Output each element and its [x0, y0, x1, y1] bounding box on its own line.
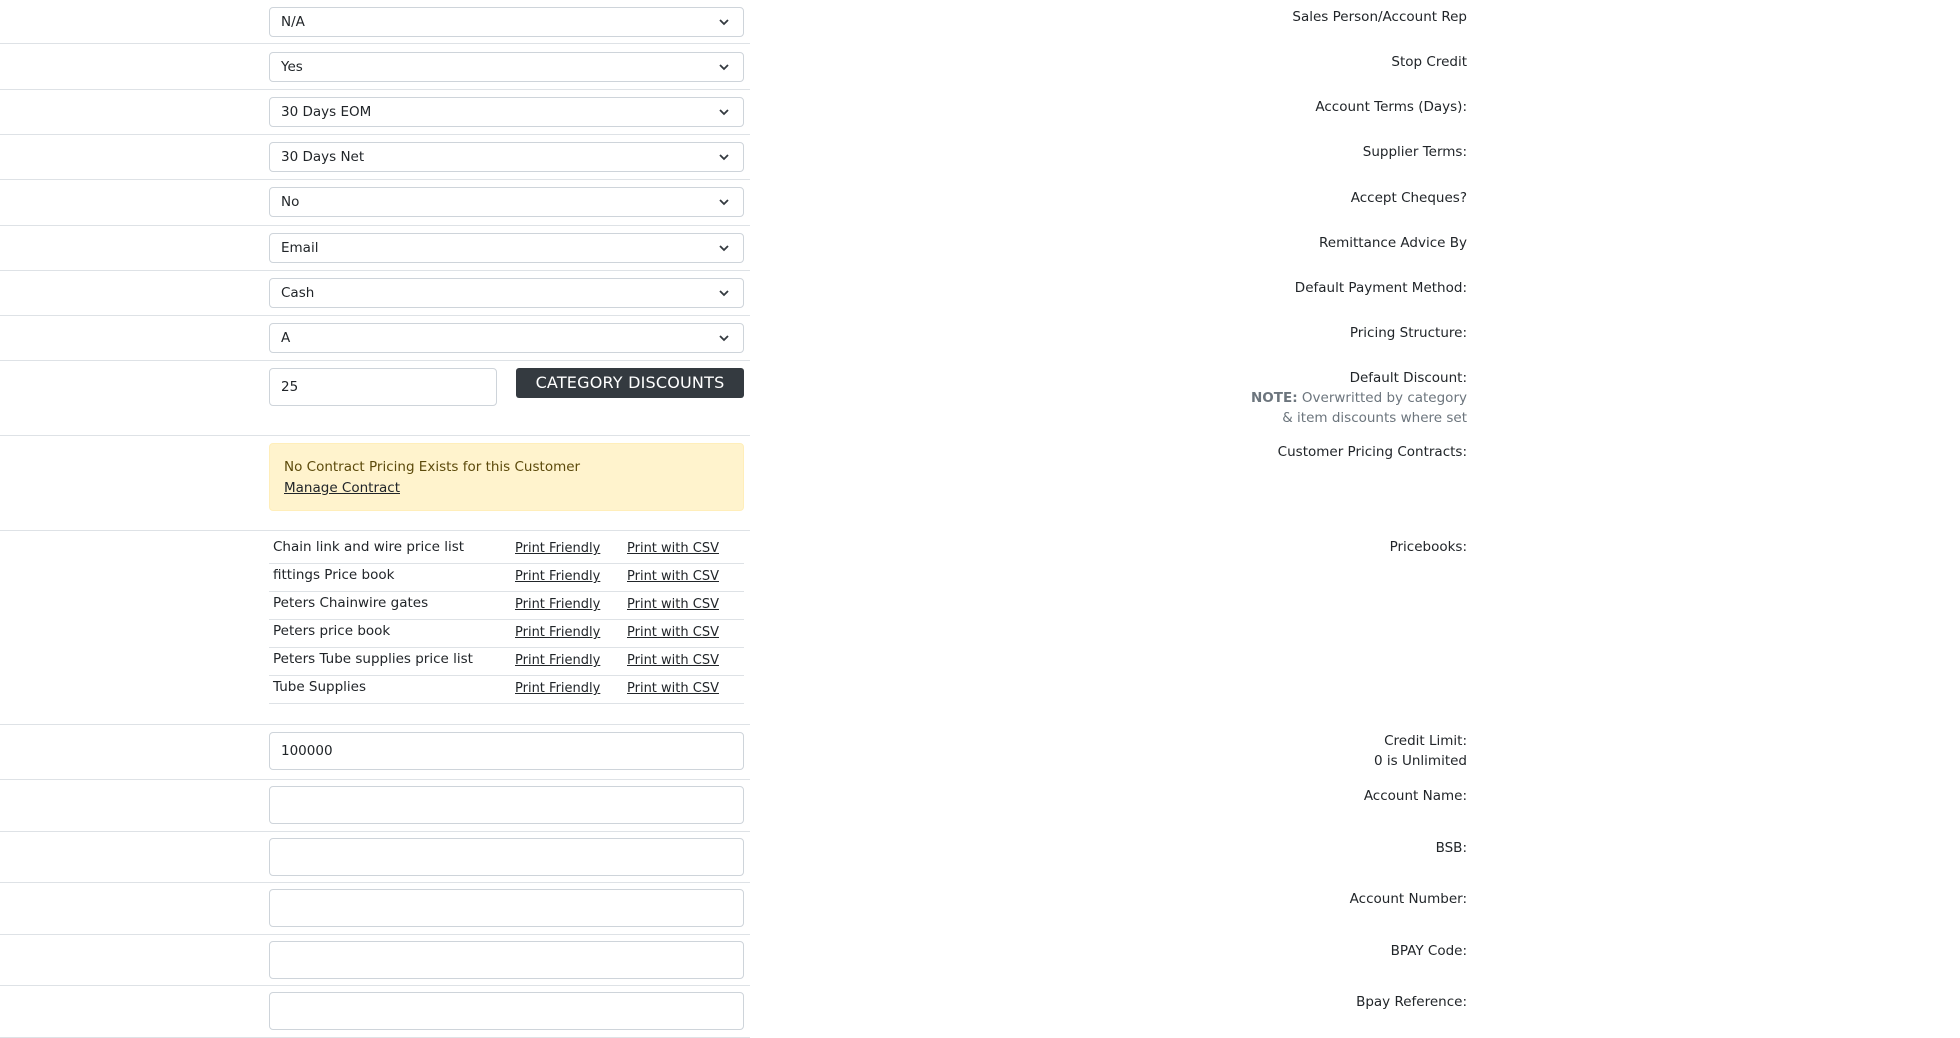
print-csv-link[interactable]: Print with CSV [627, 681, 719, 696]
pricebook-row: Chain link and wire price list Print Fri… [269, 536, 744, 564]
bpay-reference-input[interactable] [269, 992, 744, 1030]
pricebook-row: Peters Tube supplies price list Print Fr… [269, 648, 744, 676]
credit-limit-value: 100000 [281, 743, 333, 759]
print-friendly-link[interactable]: Print Friendly [515, 569, 600, 584]
pricing-structure-select[interactable]: A [269, 323, 744, 353]
print-friendly-link[interactable]: Print Friendly [515, 653, 600, 668]
bsb-input[interactable] [269, 838, 744, 876]
print-csv-link[interactable]: Print with CSV [627, 625, 719, 640]
supplier-terms-value: 30 Days Net [281, 149, 365, 165]
pricebook-name: Peters Tube supplies price list [273, 651, 473, 667]
pricebook-name: fittings Price book [273, 567, 395, 583]
remittance-advice-value: Email [281, 240, 319, 256]
pricing-structure-value: A [281, 330, 291, 346]
account-name-input[interactable] [269, 786, 744, 824]
sales-person-label: Sales Person/Account Rep [1292, 9, 1467, 25]
default-discount-input[interactable]: 25 [269, 368, 497, 406]
no-contract-alert: No Contract Pricing Exists for this Cust… [269, 443, 744, 511]
accept-cheques-label: Accept Cheques? [1350, 190, 1467, 206]
default-discount-title: Default Discount: [1349, 370, 1467, 386]
remittance-advice-label: Remittance Advice By [1319, 235, 1467, 251]
pricebook-row: fittings Price book Print Friendly Print… [269, 564, 744, 592]
credit-limit-title: Credit Limit: [1384, 733, 1467, 749]
accept-cheques-select[interactable]: No [269, 187, 744, 217]
pricebooks-label: Pricebooks: [1389, 539, 1467, 555]
chevron-down-icon [719, 245, 729, 252]
pricebook-name: Peters Chainwire gates [273, 595, 429, 611]
chevron-down-icon [719, 335, 729, 342]
account-terms-label: Account Terms (Days): [1315, 99, 1467, 115]
no-contract-message: No Contract Pricing Exists for this Cust… [284, 459, 581, 475]
credit-limit-input[interactable]: 100000 [269, 732, 744, 770]
chevron-down-icon [719, 154, 729, 161]
default-discount-value: 25 [281, 379, 299, 395]
chevron-down-icon [719, 109, 729, 116]
credit-limit-label: Credit Limit: 0 is Unlimited [1374, 731, 1467, 771]
account-terms-select[interactable]: 30 Days EOM [269, 97, 744, 127]
manage-contract-link[interactable]: Manage Contract [284, 480, 400, 496]
pricing-structure-label: Pricing Structure: [1349, 325, 1467, 341]
remittance-advice-select[interactable]: Email [269, 233, 744, 263]
account-number-input[interactable] [269, 889, 744, 927]
default-payment-value: Cash [281, 285, 315, 301]
print-friendly-link[interactable]: Print Friendly [515, 681, 600, 696]
sales-person-value: N/A [281, 14, 305, 30]
chevron-down-icon [719, 19, 729, 26]
pricebook-row: Peters price book Print Friendly Print w… [269, 620, 744, 648]
print-friendly-link[interactable]: Print Friendly [515, 597, 600, 612]
accept-cheques-value: No [281, 194, 300, 210]
pricebook-row: Tube Supplies Print Friendly Print with … [269, 676, 744, 704]
pricebooks-table: Chain link and wire price list Print Fri… [269, 536, 744, 704]
print-csv-link[interactable]: Print with CSV [627, 569, 719, 584]
stop-credit-label: Stop Credit [1391, 54, 1467, 70]
supplier-terms-select[interactable]: 30 Days Net [269, 142, 744, 172]
chevron-down-icon [719, 199, 729, 206]
default-discount-label: Default Discount: NOTE: Overwritted by c… [1251, 368, 1467, 428]
supplier-terms-label: Supplier Terms: [1362, 144, 1467, 160]
pricebook-row: Peters Chainwire gates Print Friendly Pr… [269, 592, 744, 620]
default-payment-label: Default Payment Method: [1294, 280, 1467, 296]
stop-credit-value: Yes [281, 59, 303, 75]
chevron-down-icon [719, 290, 729, 297]
bpay-reference-label: Bpay Reference: [1356, 994, 1467, 1010]
account-terms-value: 30 Days EOM [281, 104, 372, 120]
print-csv-link[interactable]: Print with CSV [627, 541, 719, 556]
print-friendly-link[interactable]: Print Friendly [515, 541, 600, 556]
bpay-code-label: BPAY Code: [1390, 943, 1467, 959]
pricebook-name: Peters price book [273, 623, 391, 639]
credit-limit-note: 0 is Unlimited [1374, 753, 1467, 769]
note-bold: NOTE: [1251, 390, 1298, 406]
bsb-label: BSB: [1435, 840, 1467, 856]
pricing-contracts-label: Customer Pricing Contracts: [1277, 444, 1467, 460]
account-number-label: Account Number: [1349, 891, 1467, 907]
sales-person-select[interactable]: N/A [269, 7, 744, 37]
default-discount-note-2: & item discounts where set [1282, 410, 1467, 426]
default-payment-select[interactable]: Cash [269, 278, 744, 308]
bpay-code-input[interactable] [269, 941, 744, 979]
category-discounts-button[interactable]: CATEGORY DISCOUNTS [516, 368, 744, 398]
default-discount-note-1: NOTE: Overwritted by category [1251, 388, 1467, 408]
pricebook-name: Tube Supplies [273, 679, 367, 695]
chevron-down-icon [719, 64, 729, 71]
note-text-1: Overwritted by category [1301, 390, 1467, 406]
print-friendly-link[interactable]: Print Friendly [515, 625, 600, 640]
pricebook-name: Chain link and wire price list [273, 539, 465, 555]
account-name-label: Account Name: [1363, 788, 1467, 804]
print-csv-link[interactable]: Print with CSV [627, 653, 719, 668]
stop-credit-select[interactable]: Yes [269, 52, 744, 82]
print-csv-link[interactable]: Print with CSV [627, 597, 719, 612]
